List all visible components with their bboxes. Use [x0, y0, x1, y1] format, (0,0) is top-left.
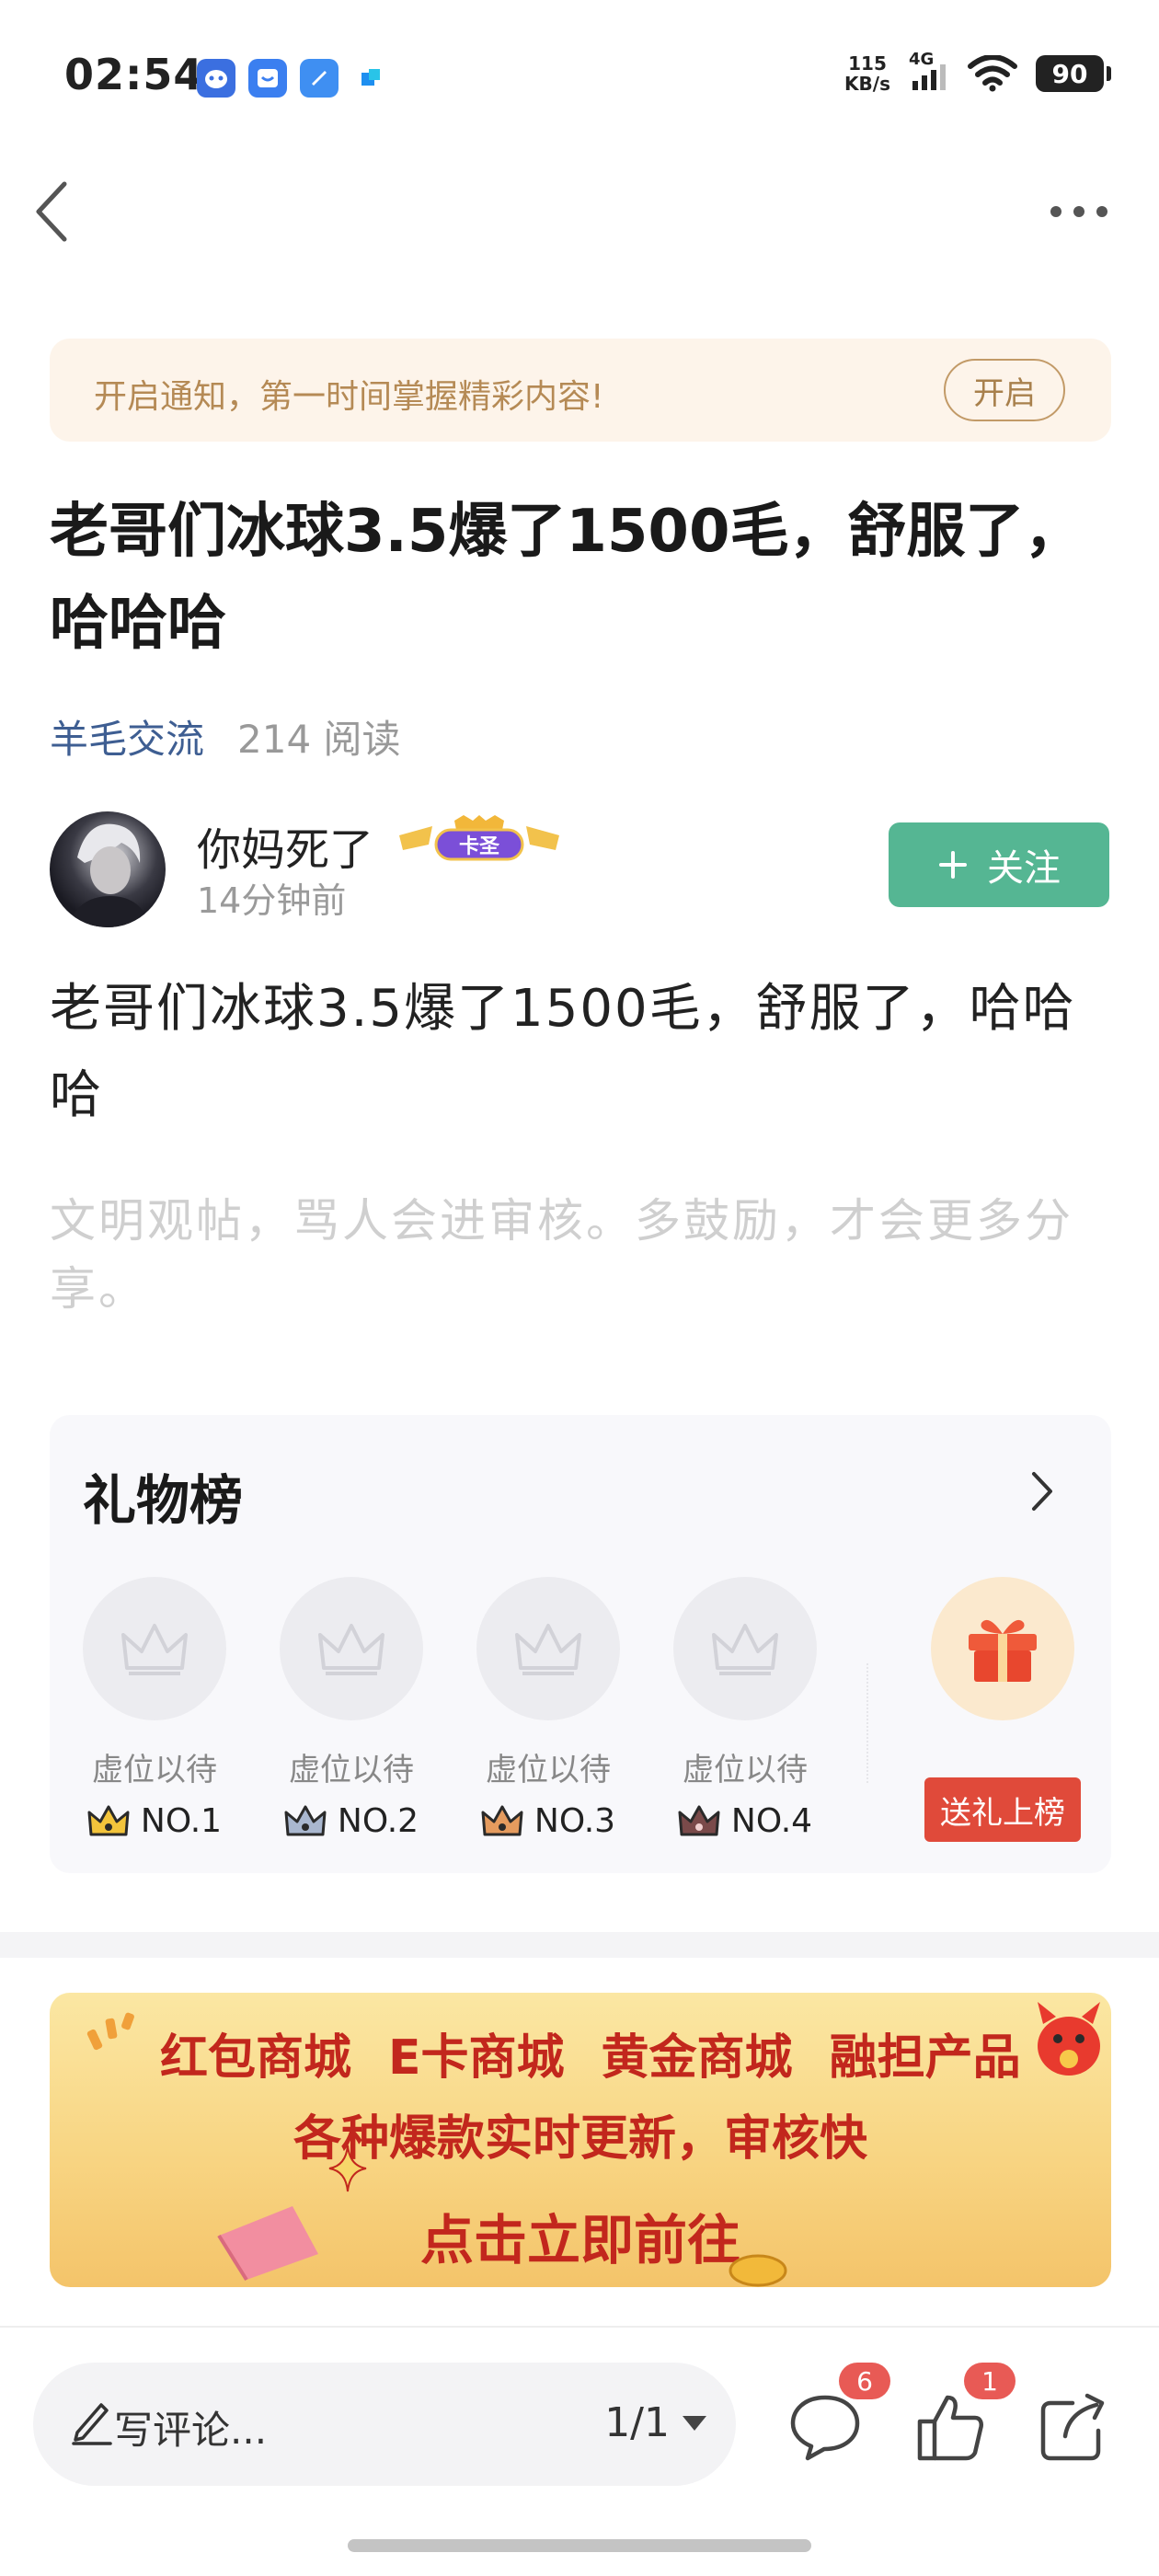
- promo-cta: 点击立即前往: [419, 2209, 740, 2271]
- gift-slot[interactable]: 虚位以待 NO.4: [671, 1577, 819, 1840]
- comment-button[interactable]: 6: [784, 2363, 890, 2467]
- page-selector[interactable]: 1/1: [604, 2399, 708, 2446]
- share-icon: [1040, 2393, 1105, 2461]
- back-arrow-icon[interactable]: [29, 175, 75, 248]
- app-notification-icon: [351, 59, 390, 98]
- comment-placeholder: 写评论...: [114, 2408, 268, 2453]
- enable-notification-button[interactable]: 开启: [944, 359, 1065, 421]
- promo-category: E卡商城: [388, 2030, 565, 2086]
- mascot-icon: [1038, 2002, 1100, 2076]
- gift-slot-label: 虚位以待: [289, 1752, 414, 1788]
- avatar[interactable]: [50, 811, 166, 927]
- pencil-icon: [72, 2403, 112, 2445]
- section-separator: [0, 1932, 1159, 1958]
- status-app-icons: [197, 59, 390, 98]
- gold-crown-icon: [87, 1805, 130, 1835]
- author-rank-badge-text: 卡圣: [458, 835, 499, 858]
- promo-category: 黄金商城: [601, 2030, 793, 2086]
- silver-crown-icon: [284, 1805, 327, 1835]
- gift-slot-rank: NO.3: [475, 1802, 622, 1840]
- author-name[interactable]: 你妈死了: [197, 813, 373, 878]
- gift-slot-rank-text: NO.2: [337, 1802, 419, 1840]
- plus-icon: [939, 851, 967, 879]
- gold-coin-icon: [729, 2254, 787, 2287]
- more-options-icon[interactable]: [1047, 193, 1111, 230]
- post-content: 老哥们冰球3.5爆了1500毛，舒服了，哈哈哈: [50, 979, 1076, 1125]
- post-time: 14分钟前: [197, 880, 347, 921]
- gift-slot-rank-text: NO.3: [534, 1802, 616, 1840]
- author-rank-badge: 卡圣: [396, 813, 563, 868]
- gift-board: 礼物榜 虚位以待 NO.1 虚位以待 NO.2 虚位以待 NO.3 虚位以待 N…: [50, 1415, 1111, 1873]
- page-indicator: 1/1: [604, 2399, 670, 2446]
- gift-slot[interactable]: 虚位以待 NO.3: [475, 1577, 622, 1840]
- gift-slot-rank-text: NO.4: [730, 1802, 813, 1840]
- empty-slot-crown-icon: [280, 1577, 423, 1720]
- bronze-crown-icon: [481, 1805, 523, 1835]
- promo-category: 红包商城: [160, 2030, 352, 2086]
- gift-slot[interactable]: 虚位以待 NO.2: [278, 1577, 425, 1840]
- civility-hint: 文明观帖，骂人会进审核。多鼓励，才会更多分享。: [50, 1194, 1073, 1316]
- comment-input[interactable]: 写评论... 1/1: [33, 2363, 736, 2486]
- empty-slot-crown-icon: [83, 1577, 226, 1720]
- chevron-right-icon[interactable]: [1028, 1468, 1056, 1514]
- share-button[interactable]: [1032, 2385, 1115, 2467]
- battery-indicator: 90: [1036, 55, 1111, 92]
- post-read-count: 214 阅读: [237, 717, 401, 762]
- net-speed: 115 KB/s: [844, 53, 890, 94]
- notification-banner: 开启通知，第一时间掌握精彩内容! 开启: [50, 339, 1111, 442]
- caret-down-icon: [683, 2415, 706, 2431]
- gift-slot-label: 虚位以待: [683, 1752, 808, 1788]
- net-speed-unit: KB/s: [844, 73, 890, 95]
- app-notification-icon: [300, 59, 339, 98]
- post-meta: 羊毛交流 214 阅读: [50, 708, 401, 765]
- gift-slot-rank: NO.4: [671, 1802, 819, 1840]
- comment-count-badge: 6: [839, 2363, 890, 2399]
- gift-slot[interactable]: 虚位以待 NO.1: [81, 1577, 228, 1840]
- sparkle-icon: [328, 2145, 367, 2192]
- post-category-link[interactable]: 羊毛交流: [50, 708, 204, 765]
- status-indicators: 115 KB/s 4G 90: [844, 50, 1111, 94]
- gift-slot-label: 虚位以待: [92, 1752, 217, 1788]
- promo-banner[interactable]: 红包商城 E卡商城 黄金商城 融担产品 各种爆款实时更新，审核快 点击立即前往: [50, 1993, 1111, 2287]
- home-indicator[interactable]: [348, 2539, 811, 2552]
- gift-board-divider: [866, 1663, 868, 1783]
- empty-slot-crown-icon: [476, 1577, 620, 1720]
- follow-button[interactable]: 关注: [889, 822, 1109, 907]
- gift-slot-rank: NO.2: [278, 1802, 425, 1840]
- net-speed-value: 115: [848, 52, 887, 75]
- status-bar: 02:54 115 KB/s 4G 90: [0, 0, 1159, 156]
- promo-categories: 红包商城 E卡商城 黄金商城 融担产品: [160, 2018, 1021, 2087]
- like-button[interactable]: 1: [909, 2363, 1016, 2467]
- promo-subtitle: 各种爆款实时更新，审核快: [293, 2111, 867, 2167]
- cell-signal-icon: 4G: [909, 50, 949, 94]
- gift-slot-label: 虚位以待: [486, 1752, 611, 1788]
- send-gift-button[interactable]: 送礼上榜: [924, 1777, 1081, 1842]
- promo-category: 融担产品: [829, 2030, 1021, 2086]
- app-notification-icon: [248, 59, 287, 98]
- notification-text: 开启通知，第一时间掌握精彩内容!: [94, 378, 604, 416]
- bottom-bar-divider: [0, 2326, 1159, 2328]
- wifi-icon: [968, 55, 1017, 92]
- like-count-badge: 1: [964, 2363, 1016, 2399]
- post-title: 老哥们冰球3.5爆了1500毛，舒服了，哈哈哈: [50, 498, 1084, 658]
- gift-slot-rank: NO.1: [81, 1802, 228, 1840]
- dark-crown-icon: [678, 1805, 720, 1835]
- app-notification-icon: [197, 59, 235, 98]
- empty-slot-crown-icon: [673, 1577, 817, 1720]
- gift-box-icon[interactable]: [931, 1577, 1074, 1720]
- follow-button-label: 关注: [987, 847, 1061, 890]
- status-time: 02:54: [64, 50, 204, 99]
- gift-board-title: 礼物榜: [83, 1469, 244, 1532]
- sparkle-lines-icon: [86, 2012, 134, 2051]
- gift-slot-rank-text: NO.1: [140, 1802, 223, 1840]
